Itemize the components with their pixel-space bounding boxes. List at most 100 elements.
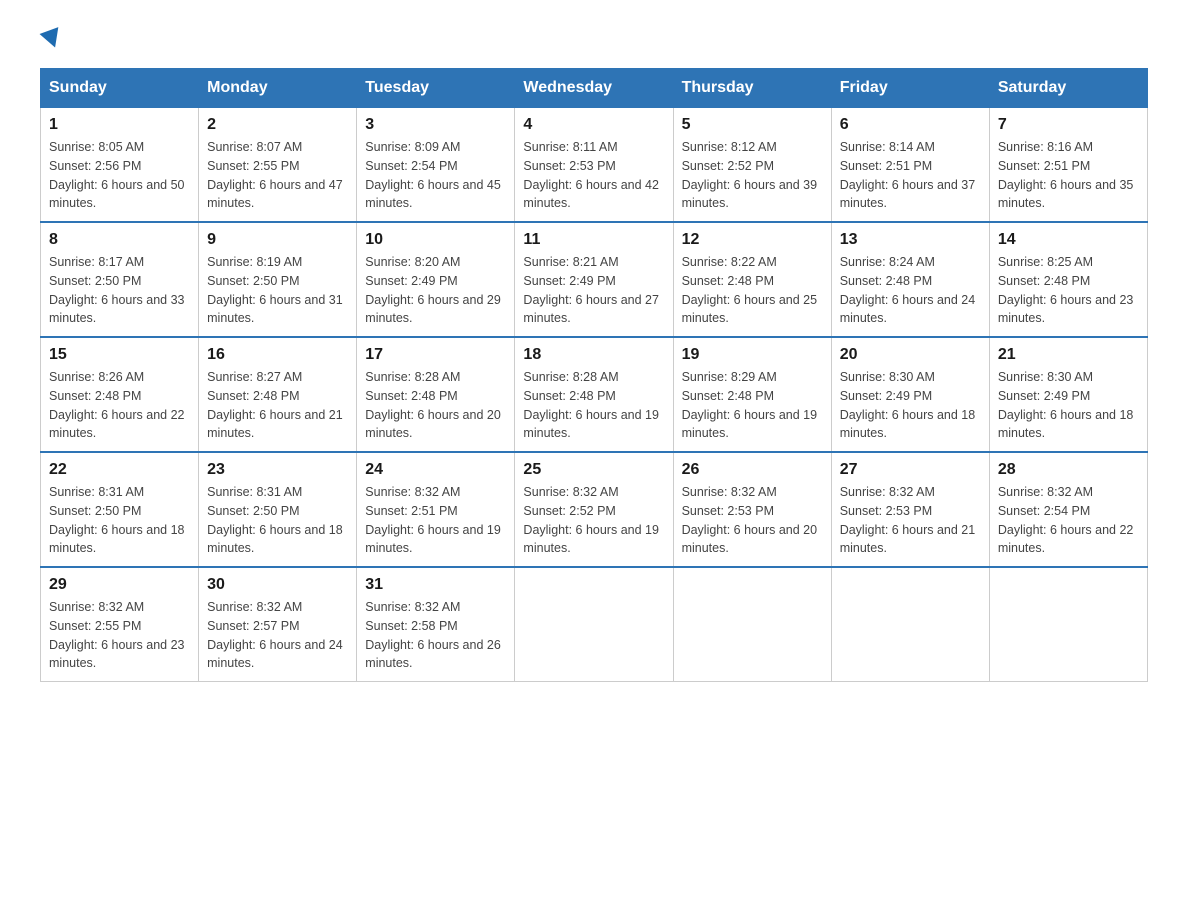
day-number: 21 xyxy=(998,346,1139,364)
day-number: 30 xyxy=(207,576,348,594)
day-number: 11 xyxy=(523,231,664,249)
day-number: 13 xyxy=(840,231,981,249)
calendar-cell: 5 Sunrise: 8:12 AMSunset: 2:52 PMDaylight… xyxy=(673,108,831,223)
calendar-cell: 18 Sunrise: 8:28 AMSunset: 2:48 PMDayligh… xyxy=(515,337,673,452)
calendar-cell: 19 Sunrise: 8:29 AMSunset: 2:48 PMDayligh… xyxy=(673,337,831,452)
day-info: Sunrise: 8:21 AMSunset: 2:49 PMDaylight:… xyxy=(523,253,664,328)
col-header-friday: Friday xyxy=(831,69,989,108)
day-info: Sunrise: 8:27 AMSunset: 2:48 PMDaylight:… xyxy=(207,368,348,443)
calendar-week-5: 29 Sunrise: 8:32 AMSunset: 2:55 PMDayligh… xyxy=(41,567,1148,682)
day-number: 12 xyxy=(682,231,823,249)
calendar-cell: 7 Sunrise: 8:16 AMSunset: 2:51 PMDaylight… xyxy=(989,108,1147,223)
day-info: Sunrise: 8:32 AMSunset: 2:53 PMDaylight:… xyxy=(682,483,823,558)
day-number: 14 xyxy=(998,231,1139,249)
day-number: 20 xyxy=(840,346,981,364)
calendar-cell: 21 Sunrise: 8:30 AMSunset: 2:49 PMDayligh… xyxy=(989,337,1147,452)
calendar-cell: 2Sunrise: 8:07 AMSunset: 2:55 PMDaylight… xyxy=(199,108,357,223)
calendar-cell: 1Sunrise: 8:05 AMSunset: 2:56 PMDaylight… xyxy=(41,108,199,223)
day-number: 18 xyxy=(523,346,664,364)
day-info: Sunrise: 8:29 AMSunset: 2:48 PMDaylight:… xyxy=(682,368,823,443)
calendar-cell: 26 Sunrise: 8:32 AMSunset: 2:53 PMDayligh… xyxy=(673,452,831,567)
calendar-cell: 28 Sunrise: 8:32 AMSunset: 2:54 PMDayligh… xyxy=(989,452,1147,567)
logo-triangle-icon xyxy=(40,27,65,51)
day-number: 10 xyxy=(365,231,506,249)
day-info: Sunrise: 8:22 AMSunset: 2:48 PMDaylight:… xyxy=(682,253,823,328)
day-number: 31 xyxy=(365,576,506,594)
calendar-cell: 14 Sunrise: 8:25 AMSunset: 2:48 PMDayligh… xyxy=(989,222,1147,337)
calendar-header-row: SundayMondayTuesdayWednesdayThursdayFrid… xyxy=(41,69,1148,108)
day-number: 8 xyxy=(49,231,190,249)
day-number: 4 xyxy=(523,116,664,134)
calendar-week-4: 22Sunrise: 8:31 AMSunset: 2:50 PMDayligh… xyxy=(41,452,1148,567)
calendar-cell: 3 Sunrise: 8:09 AMSunset: 2:54 PMDaylight… xyxy=(357,108,515,223)
calendar-cell xyxy=(515,567,673,682)
day-info: Sunrise: 8:17 AMSunset: 2:50 PMDaylight:… xyxy=(49,253,190,328)
col-header-monday: Monday xyxy=(199,69,357,108)
calendar-cell: 25Sunrise: 8:32 AMSunset: 2:52 PMDayligh… xyxy=(515,452,673,567)
day-number: 16 xyxy=(207,346,348,364)
day-number: 5 xyxy=(682,116,823,134)
col-header-tuesday: Tuesday xyxy=(357,69,515,108)
day-number: 26 xyxy=(682,461,823,479)
day-number: 28 xyxy=(998,461,1139,479)
calendar-cell: 22Sunrise: 8:31 AMSunset: 2:50 PMDayligh… xyxy=(41,452,199,567)
day-info: Sunrise: 8:12 AMSunset: 2:52 PMDaylight:… xyxy=(682,138,823,213)
calendar-cell: 27 Sunrise: 8:32 AMSunset: 2:53 PMDayligh… xyxy=(831,452,989,567)
day-info: Sunrise: 8:11 AMSunset: 2:53 PMDaylight:… xyxy=(523,138,664,213)
calendar-cell: 15 Sunrise: 8:26 AMSunset: 2:48 PMDayligh… xyxy=(41,337,199,452)
day-number: 7 xyxy=(998,116,1139,134)
day-info: Sunrise: 8:28 AMSunset: 2:48 PMDaylight:… xyxy=(523,368,664,443)
calendar-cell: 8 Sunrise: 8:17 AMSunset: 2:50 PMDaylight… xyxy=(41,222,199,337)
calendar-cell: 29 Sunrise: 8:32 AMSunset: 2:55 PMDayligh… xyxy=(41,567,199,682)
day-info: Sunrise: 8:32 AMSunset: 2:51 PMDaylight:… xyxy=(365,483,506,558)
calendar-week-1: 1Sunrise: 8:05 AMSunset: 2:56 PMDaylight… xyxy=(41,108,1148,223)
day-info: Sunrise: 8:30 AMSunset: 2:49 PMDaylight:… xyxy=(998,368,1139,443)
day-info: Sunrise: 8:31 AMSunset: 2:50 PMDaylight:… xyxy=(49,483,190,558)
calendar-cell: 24 Sunrise: 8:32 AMSunset: 2:51 PMDayligh… xyxy=(357,452,515,567)
day-number: 24 xyxy=(365,461,506,479)
calendar-cell: 4 Sunrise: 8:11 AMSunset: 2:53 PMDaylight… xyxy=(515,108,673,223)
day-info: Sunrise: 8:14 AMSunset: 2:51 PMDaylight:… xyxy=(840,138,981,213)
day-info: Sunrise: 8:07 AMSunset: 2:55 PMDaylight:… xyxy=(207,138,348,213)
day-info: Sunrise: 8:32 AMSunset: 2:55 PMDaylight:… xyxy=(49,598,190,673)
col-header-saturday: Saturday xyxy=(989,69,1147,108)
day-info: Sunrise: 8:24 AMSunset: 2:48 PMDaylight:… xyxy=(840,253,981,328)
calendar-cell: 23 Sunrise: 8:31 AMSunset: 2:50 PMDayligh… xyxy=(199,452,357,567)
day-number: 6 xyxy=(840,116,981,134)
logo xyxy=(40,30,64,48)
day-info: Sunrise: 8:32 AMSunset: 2:54 PMDaylight:… xyxy=(998,483,1139,558)
day-info: Sunrise: 8:26 AMSunset: 2:48 PMDaylight:… xyxy=(49,368,190,443)
calendar-cell xyxy=(989,567,1147,682)
calendar-cell: 20 Sunrise: 8:30 AMSunset: 2:49 PMDayligh… xyxy=(831,337,989,452)
day-info: Sunrise: 8:25 AMSunset: 2:48 PMDaylight:… xyxy=(998,253,1139,328)
col-header-thursday: Thursday xyxy=(673,69,831,108)
day-info: Sunrise: 8:16 AMSunset: 2:51 PMDaylight:… xyxy=(998,138,1139,213)
page-header xyxy=(40,30,1148,48)
day-number: 1 xyxy=(49,116,190,134)
day-number: 29 xyxy=(49,576,190,594)
day-info: Sunrise: 8:09 AMSunset: 2:54 PMDaylight:… xyxy=(365,138,506,213)
day-number: 3 xyxy=(365,116,506,134)
col-header-wednesday: Wednesday xyxy=(515,69,673,108)
calendar-cell: 12 Sunrise: 8:22 AMSunset: 2:48 PMDayligh… xyxy=(673,222,831,337)
calendar-week-2: 8 Sunrise: 8:17 AMSunset: 2:50 PMDaylight… xyxy=(41,222,1148,337)
day-number: 27 xyxy=(840,461,981,479)
calendar-cell: 9Sunrise: 8:19 AMSunset: 2:50 PMDaylight… xyxy=(199,222,357,337)
calendar-cell: 10 Sunrise: 8:20 AMSunset: 2:49 PMDayligh… xyxy=(357,222,515,337)
calendar-cell: 31 Sunrise: 8:32 AMSunset: 2:58 PMDayligh… xyxy=(357,567,515,682)
day-info: Sunrise: 8:30 AMSunset: 2:49 PMDaylight:… xyxy=(840,368,981,443)
calendar-cell: 30Sunrise: 8:32 AMSunset: 2:57 PMDayligh… xyxy=(199,567,357,682)
day-number: 15 xyxy=(49,346,190,364)
day-number: 23 xyxy=(207,461,348,479)
logo-text xyxy=(40,30,64,48)
day-info: Sunrise: 8:32 AMSunset: 2:58 PMDaylight:… xyxy=(365,598,506,673)
day-number: 19 xyxy=(682,346,823,364)
day-info: Sunrise: 8:20 AMSunset: 2:49 PMDaylight:… xyxy=(365,253,506,328)
day-info: Sunrise: 8:32 AMSunset: 2:52 PMDaylight:… xyxy=(523,483,664,558)
calendar-cell: 17Sunrise: 8:28 AMSunset: 2:48 PMDayligh… xyxy=(357,337,515,452)
day-info: Sunrise: 8:19 AMSunset: 2:50 PMDaylight:… xyxy=(207,253,348,328)
day-info: Sunrise: 8:32 AMSunset: 2:53 PMDaylight:… xyxy=(840,483,981,558)
day-info: Sunrise: 8:31 AMSunset: 2:50 PMDaylight:… xyxy=(207,483,348,558)
calendar-week-3: 15 Sunrise: 8:26 AMSunset: 2:48 PMDayligh… xyxy=(41,337,1148,452)
calendar-table: SundayMondayTuesdayWednesdayThursdayFrid… xyxy=(40,68,1148,682)
